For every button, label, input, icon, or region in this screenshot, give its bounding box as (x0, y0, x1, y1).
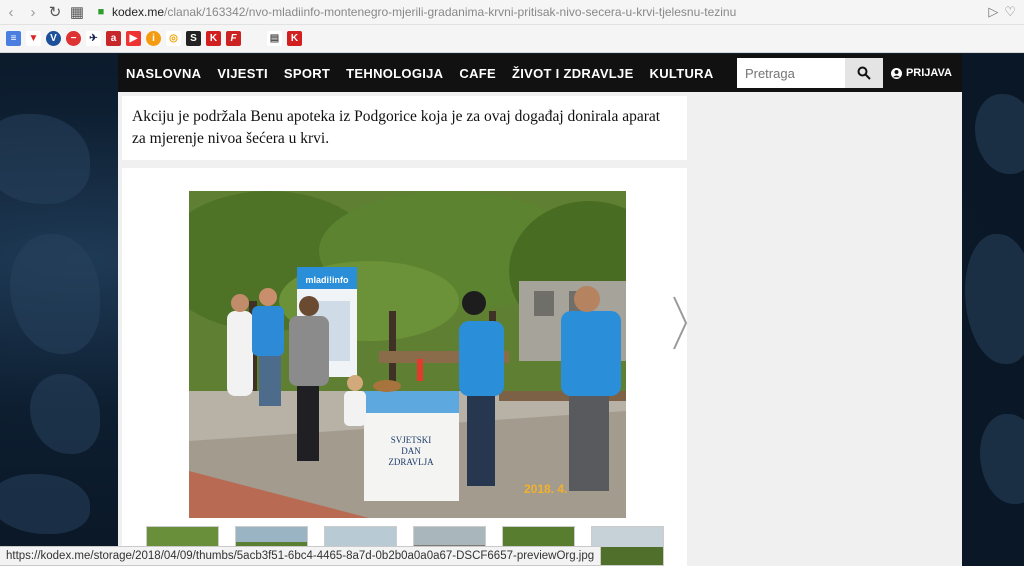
status-bar-url: https://kodex.me/storage/2018/04/09/thum… (0, 546, 602, 566)
k2-icon[interactable]: K (287, 31, 302, 46)
gallery-photo[interactable]: mladi!info SVJETSKI DAN ZDRAVLJA 2018. 4… (189, 191, 626, 518)
search-icon (857, 66, 871, 80)
back-icon[interactable]: ‹ (0, 1, 22, 23)
nav-zivot-i-zdravlje[interactable]: ŽIVOT I ZDRAVLJE (504, 66, 642, 81)
nav-kultura[interactable]: KULTURA (642, 66, 722, 81)
article-paragraph: Akciju je podržala Benu apoteka iz Podgo… (132, 108, 661, 147)
main-navigation: NASLOVNA VIJESTI SPORT TEHNOLOGIJA CAFE … (118, 54, 962, 92)
docs-icon[interactable]: ≡ (6, 31, 21, 46)
thumbnail[interactable] (591, 526, 664, 566)
grid-icon[interactable]: ▦ (66, 1, 88, 23)
user-icon (890, 67, 902, 79)
target-icon[interactable]: ◎ (166, 31, 181, 46)
nav-tehnologija[interactable]: TEHNOLOGIJA (338, 66, 451, 81)
article-text-card: Akciju je podržala Benu apoteka iz Podgo… (122, 96, 687, 160)
file-icon[interactable]: ▤ (267, 31, 282, 46)
search-box (736, 58, 883, 88)
pin-icon[interactable]: ▼ (26, 31, 41, 46)
send-icon[interactable]: ▷ (988, 4, 998, 20)
forward-icon[interactable]: › (22, 1, 44, 23)
photo-date-stamp: 2018. 4. (524, 482, 567, 496)
url-host: kodex.me (112, 5, 165, 19)
lock-icon[interactable]: ■ (94, 1, 108, 23)
next-photo-icon[interactable] (670, 293, 690, 353)
booth-text-1: SVJETSKI (391, 435, 432, 445)
url-field[interactable]: kodex.me/clanak/163342/nvo-mladiinfo-mon… (112, 5, 988, 19)
k-icon[interactable]: K (206, 31, 221, 46)
info-icon[interactable]: i (146, 31, 161, 46)
search-button[interactable] (844, 58, 883, 88)
nav-sport[interactable]: SPORT (276, 66, 338, 81)
bird-icon[interactable]: ✈ (86, 31, 101, 46)
gallery-card: mladi!info SVJETSKI DAN ZDRAVLJA 2018. 4… (122, 168, 690, 566)
login-link[interactable]: PRIJAVA (890, 67, 952, 79)
search-input[interactable] (736, 58, 845, 88)
photo-scene: mladi!info SVJETSKI DAN ZDRAVLJA 2018. 4… (189, 191, 626, 518)
banner-text: mladi!info (306, 275, 349, 285)
browser-address-bar: ‹ › ↻ ▦ ■ kodex.me/clanak/163342/nvo-mla… (0, 0, 1024, 25)
s-icon[interactable]: S (186, 31, 201, 46)
booth-text-3: ZDRAVLJA (388, 457, 434, 467)
nav-vijesti[interactable]: VIJESTI (209, 66, 276, 81)
content-area: Akciju je podržala Benu apoteka iz Podgo… (118, 92, 962, 566)
url-path: /clanak/163342/nvo-mladiinfo-montenegro-… (164, 5, 737, 19)
block-icon[interactable]: − (66, 31, 81, 46)
a-icon[interactable]: a (106, 31, 121, 46)
video-icon[interactable]: ▶ (126, 31, 141, 46)
reload-icon[interactable]: ↻ (44, 1, 66, 23)
booth-text-2: DAN (401, 446, 421, 456)
nav-cafe[interactable]: CAFE (451, 66, 504, 81)
v-icon[interactable]: V (46, 31, 61, 46)
heart-icon[interactable]: ♡ (1004, 4, 1016, 20)
f-icon[interactable]: F (226, 31, 241, 46)
login-label: PRIJAVA (905, 67, 952, 79)
nav-naslovna[interactable]: NASLOVNA (118, 66, 209, 81)
bookmarks-bar: ≡ ▼ V − ✈ a ▶ i ◎ S K F ▤ K (0, 25, 1024, 53)
